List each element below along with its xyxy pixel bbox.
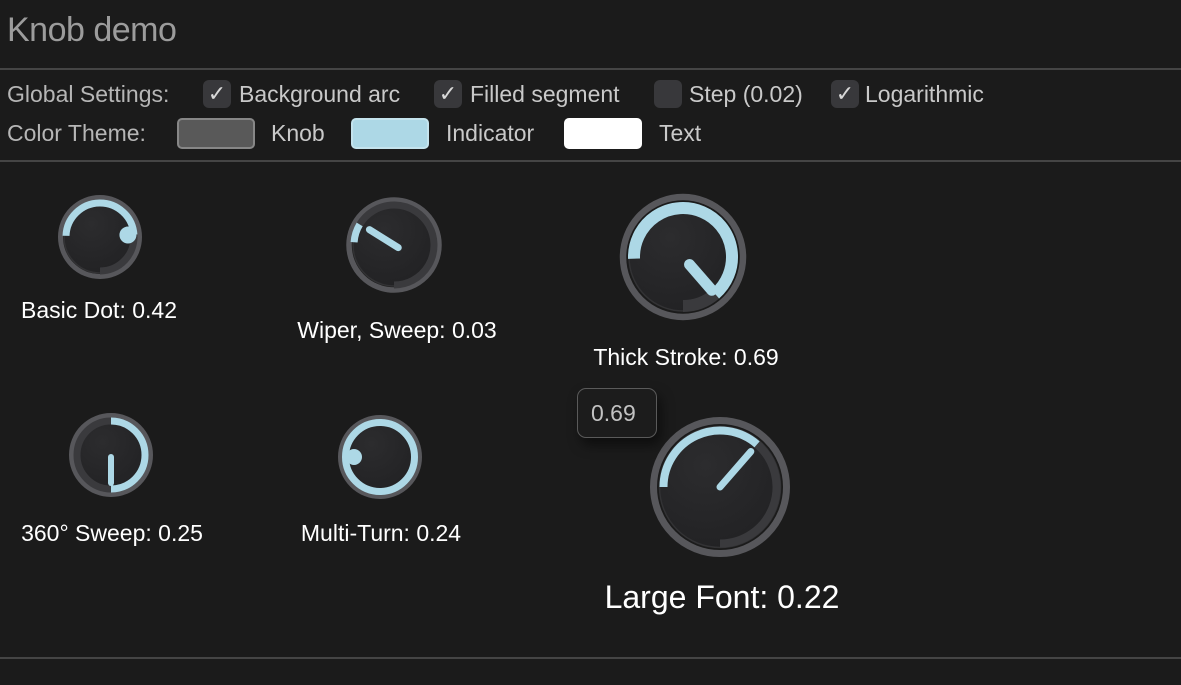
knob-label-multi-turn: Multi-Turn: 0.24 (301, 520, 461, 547)
knob-large-font[interactable] (647, 414, 793, 560)
knob-thick-stroke[interactable] (617, 191, 749, 323)
knob-basic-dot[interactable] (56, 193, 144, 281)
knob-wiper-sweep[interactable] (344, 195, 444, 295)
knob-label-large-font: Large Font: 0.22 (605, 579, 840, 616)
knob-area: Basic Dot: 0.42 Wiper, Sweep: 0.03 Thick S… (0, 0, 1181, 685)
knob-label-thick-stroke: Thick Stroke: 0.69 (593, 344, 778, 371)
knob-label-wiper-sweep: Wiper, Sweep: 0.03 (297, 317, 496, 344)
knob-label-basic-dot: Basic Dot: 0.42 (21, 297, 177, 324)
knob-label-sweep-360: 360° Sweep: 0.25 (21, 520, 203, 547)
value-tooltip: 0.69 (577, 388, 657, 438)
knob-sweep-360[interactable] (67, 411, 155, 499)
tooltip-value: 0.69 (591, 400, 636, 427)
separator-bottom (0, 657, 1181, 659)
knob-multi-turn[interactable] (336, 413, 424, 501)
knob-demo-window: { "window": { "title": "Knob demo" }, "i… (0, 0, 1181, 685)
